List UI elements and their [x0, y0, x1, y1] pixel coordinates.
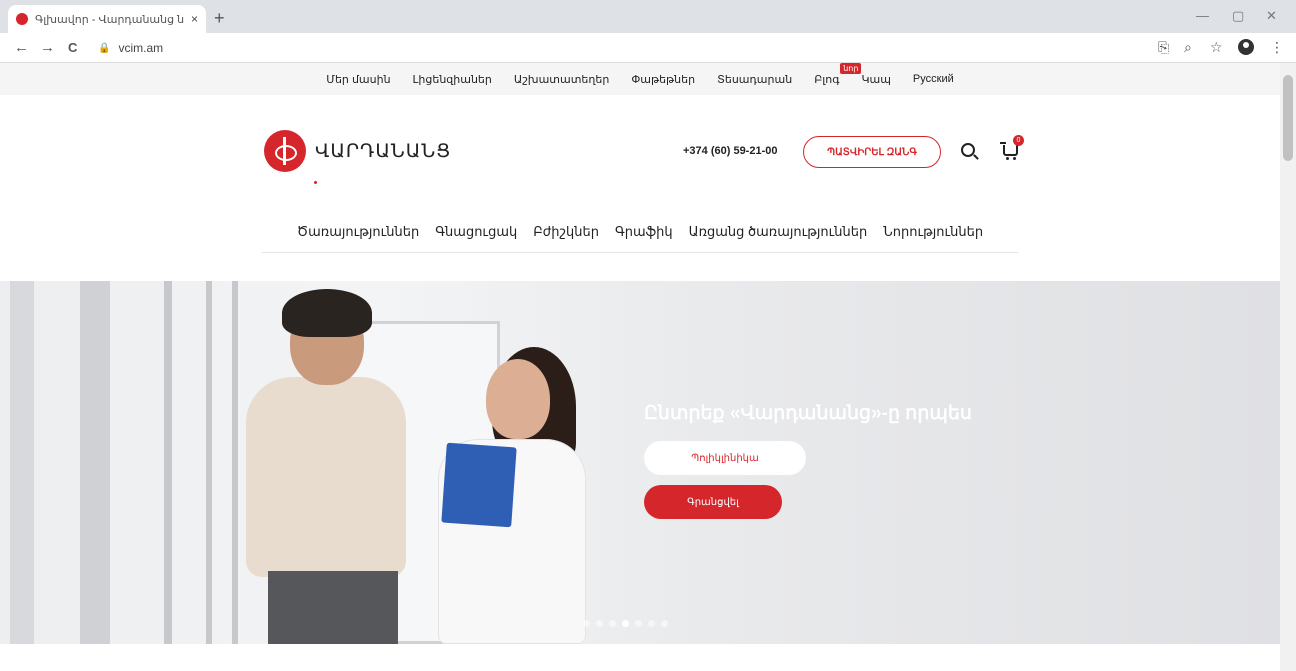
zoom-icon[interactable]: ⌕	[1184, 39, 1192, 56]
slider-dot[interactable]	[609, 620, 616, 627]
slider-dot[interactable]	[635, 620, 642, 627]
reload-icon[interactable]: C	[68, 40, 77, 55]
profile-avatar-icon[interactable]	[1238, 39, 1254, 55]
slider-dot[interactable]	[583, 620, 590, 627]
topnav-jobs[interactable]: Աշխատատեղեր	[514, 73, 609, 86]
browser-menu-icon[interactable]: ⋮	[1270, 39, 1284, 56]
address-bar[interactable]: 🔒 vcim.am	[98, 38, 1138, 58]
nav-doctors[interactable]: Բժիշկներ	[533, 224, 599, 240]
site-logo[interactable]: ՎԱՐԴԱՆԱՆՑ	[264, 130, 451, 172]
topnav-videos[interactable]: Տեսադարան	[717, 73, 792, 86]
polyclinic-button[interactable]: Պոլիկլինիկա	[644, 441, 806, 475]
minimize-icon[interactable]: —	[1196, 8, 1209, 23]
forward-icon[interactable]: →	[40, 39, 55, 56]
back-icon[interactable]: ←	[14, 39, 29, 56]
slider-dot[interactable]	[661, 620, 668, 627]
maximize-icon[interactable]: ▢	[1232, 8, 1244, 24]
hero-person-man	[246, 377, 406, 577]
hero-pillar	[10, 281, 34, 644]
top-navigation: Մեր մասին Լիցենզիաներ Աշխատատեղեր Փաթեթն…	[0, 63, 1280, 95]
browser-toolbar: ← → C 🔒 vcim.am ⎘ ⌕ ☆ ⋮	[0, 33, 1296, 63]
hero-slider: Ընտրեք «Վարդանանց»-ը որպես Պոլիկլինիկա Գ…	[0, 281, 1280, 644]
bookmark-star-icon[interactable]: ☆	[1210, 39, 1223, 56]
nav-prices[interactable]: Գնացուցակ	[435, 224, 517, 240]
new-tab-icon[interactable]: +	[214, 8, 225, 29]
nav-services[interactable]: Ծառայություններ	[297, 224, 419, 240]
hero-person-man-hair	[282, 289, 372, 337]
url-text: vcim.am	[118, 41, 164, 55]
hero-pillar	[206, 281, 212, 644]
nav-schedule[interactable]: Գրաֆիկ	[615, 224, 673, 240]
browser-tabstrip: Գլխավոր - Վարդանանց նորարարական բժշկական…	[0, 0, 1296, 33]
topnav-packages[interactable]: Փաթեթներ	[631, 73, 695, 86]
translate-icon[interactable]: ⎘	[1158, 39, 1169, 56]
scrollbar-thumb[interactable]	[1283, 75, 1293, 161]
nav-news[interactable]: Նորություններ	[883, 224, 983, 240]
hero-pillar	[164, 281, 172, 644]
close-tab-icon[interactable]: ×	[191, 12, 198, 26]
slider-dots	[583, 620, 668, 627]
phone-number[interactable]: +374 (60) 59-21-00	[683, 145, 777, 157]
hero-title: Ընտրեք «Վարդանանց»-ը որպես	[644, 403, 972, 424]
slider-dot[interactable]	[622, 620, 629, 627]
hero-blue-folder	[441, 442, 517, 528]
topnav-blog[interactable]: Բլոգ նոր	[814, 63, 862, 86]
tab-title: Գլխավոր - Վարդանանց նորարարական բժշկական…	[35, 13, 185, 26]
page-scrollbar[interactable]	[1280, 63, 1296, 671]
order-call-button[interactable]: ՊԱՏՎԻՐԵԼ ԶԱՆԳ	[803, 136, 941, 168]
topnav-contact[interactable]: Կապ	[861, 73, 890, 86]
topnav-russian[interactable]: Русский	[913, 73, 954, 85]
hero-pillar	[80, 281, 110, 644]
hero-person-man-legs	[268, 571, 398, 644]
cart-icon[interactable]	[1000, 142, 1018, 160]
logo-emblem-icon	[264, 130, 306, 172]
window-close-icon[interactable]: ✕	[1266, 8, 1277, 24]
register-button[interactable]: Գրանցվել	[644, 485, 782, 519]
nav-online-services[interactable]: Առցանց ծառայություններ	[689, 224, 868, 240]
main-navigation: Ծառայություններ Գնացուցակ Բժիշկներ Գրաֆի…	[262, 211, 1018, 253]
cart-count-badge: 0	[1013, 135, 1024, 146]
hero-person-nurse-head	[486, 359, 550, 439]
topnav-blog-label: Բլոգ	[814, 73, 840, 86]
slider-dot[interactable]	[596, 620, 603, 627]
logo-text: ՎԱՐԴԱՆԱՆՑ	[315, 140, 452, 162]
favicon-icon	[16, 13, 28, 25]
topnav-licenses[interactable]: Լիցենզիաներ	[413, 73, 492, 86]
browser-tab[interactable]: Գլխավոր - Վարդանանց նորարարական բժշկական…	[8, 5, 206, 33]
topnav-about[interactable]: Մեր մասին	[326, 73, 390, 86]
hero-pillar	[232, 281, 238, 644]
page-viewport: Մեր մասին Լիցենզիաներ Աշխատատեղեր Փաթեթն…	[0, 63, 1280, 671]
search-icon[interactable]	[961, 143, 975, 157]
logo-dot	[314, 181, 317, 184]
new-badge: նոր	[840, 63, 862, 74]
slider-dot[interactable]	[648, 620, 655, 627]
lock-icon: 🔒	[98, 42, 111, 54]
